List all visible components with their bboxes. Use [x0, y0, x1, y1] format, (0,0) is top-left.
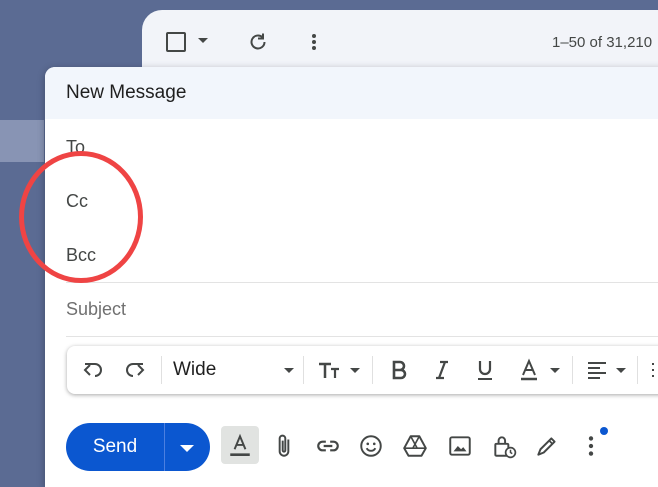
formatting-toolbar: Wide [67, 346, 658, 394]
attach-icon[interactable] [271, 433, 297, 459]
undo-icon[interactable] [81, 358, 105, 382]
toolbar-separator [372, 356, 373, 384]
subject-input[interactable]: Subject [66, 299, 126, 320]
bcc-field[interactable]: Bcc [66, 245, 96, 266]
recipients-divider [66, 282, 658, 283]
text-color-caret-icon[interactable] [550, 368, 560, 373]
confidential-mode-icon[interactable] [491, 433, 517, 459]
numbered-list-icon[interactable] [649, 358, 658, 382]
toolbar-separator [303, 356, 304, 384]
italic-icon[interactable] [430, 358, 454, 382]
inbox-toolbar: 1–50 of 31,210 [142, 10, 658, 74]
more-vert-icon[interactable] [302, 30, 326, 54]
subject-divider [66, 336, 658, 337]
align-icon[interactable] [585, 358, 609, 382]
send-button-group: Send [66, 423, 210, 471]
select-dropdown-caret-icon[interactable] [198, 38, 208, 43]
emoji-icon[interactable] [358, 433, 384, 459]
cc-field[interactable]: Cc [66, 191, 88, 212]
toolbar-separator [572, 356, 573, 384]
link-icon[interactable] [315, 433, 341, 459]
refresh-icon[interactable] [246, 30, 270, 54]
toolbar-separator [161, 356, 162, 384]
pagination-range: 1–50 of 31,210 [552, 34, 653, 51]
send-options-button[interactable] [165, 423, 210, 471]
underline-icon[interactable] [473, 358, 497, 382]
more-options-icon[interactable] [578, 433, 604, 459]
select-all-checkbox[interactable] [166, 32, 186, 52]
text-color-icon[interactable] [517, 358, 541, 382]
background-nav-highlight [0, 120, 44, 162]
font-selector[interactable]: Wide [173, 359, 216, 381]
photo-icon[interactable] [447, 433, 473, 459]
formatting-options-icon [230, 433, 250, 457]
compose-header[interactable]: New Message [45, 67, 658, 119]
redo-icon[interactable] [123, 358, 147, 382]
compose-title: New Message [66, 82, 187, 103]
drive-icon[interactable] [402, 433, 428, 459]
send-button[interactable]: Send [66, 423, 164, 471]
toolbar-separator [637, 356, 638, 384]
font-dropdown-caret-icon[interactable] [284, 368, 294, 373]
compose-window: New Message To Cc Bcc Subject Wide Send [45, 67, 658, 487]
bold-icon[interactable] [387, 358, 411, 382]
signature-icon[interactable] [534, 433, 560, 459]
align-caret-icon[interactable] [616, 368, 626, 373]
to-field[interactable]: To [66, 137, 85, 158]
chevron-down-icon [180, 445, 194, 452]
text-size-icon[interactable] [317, 358, 341, 382]
new-feature-dot [600, 427, 608, 435]
text-size-caret-icon[interactable] [350, 368, 360, 373]
